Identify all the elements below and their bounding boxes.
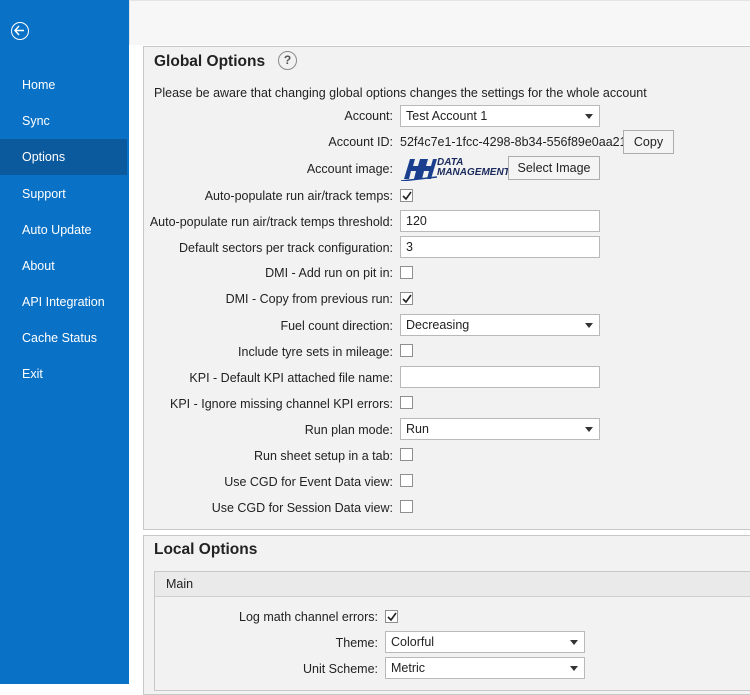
- top-strip: [129, 0, 750, 45]
- select-image-button[interactable]: Select Image: [508, 156, 600, 180]
- theme-label: Theme:: [335, 636, 378, 650]
- kpi-file-label: KPI - Default KPI attached file name:: [189, 371, 393, 385]
- tyre-sets-label: Include tyre sets in mileage:: [238, 345, 393, 359]
- chevron-down-icon: [585, 427, 593, 432]
- chevron-down-icon: [585, 114, 593, 119]
- global-options-title: Global Options: [154, 53, 266, 70]
- run-plan-value: Run: [406, 422, 429, 436]
- sidebar-item-exit[interactable]: Exit: [0, 356, 127, 392]
- tyre-sets-checkbox[interactable]: [400, 344, 413, 357]
- sectors-input[interactable]: 3: [400, 236, 600, 258]
- run-sheet-label: Run sheet setup in a tab:: [254, 449, 393, 463]
- global-options-note: Please be aware that changing global opt…: [154, 86, 647, 100]
- dmi-copy-label: DMI - Copy from previous run:: [225, 292, 393, 306]
- log-math-checkbox[interactable]: [385, 610, 398, 623]
- sidebar-item-auto-update[interactable]: Auto Update: [0, 212, 127, 248]
- unit-scheme-select[interactable]: Metric: [385, 657, 585, 679]
- theme-value: Colorful: [391, 635, 435, 649]
- auto-temps-label: Auto-populate run air/track temps:: [204, 189, 393, 203]
- chevron-down-icon: [570, 640, 578, 645]
- account-select[interactable]: Test Account 1: [400, 105, 600, 127]
- run-plan-label: Run plan mode:: [304, 423, 393, 437]
- run-plan-select[interactable]: Run: [400, 418, 600, 440]
- help-icon[interactable]: ?: [278, 51, 297, 70]
- chevron-down-icon: [585, 323, 593, 328]
- dmi-copy-checkbox[interactable]: [400, 292, 413, 305]
- auto-temps-checkbox[interactable]: [400, 189, 413, 202]
- chevron-down-icon: [570, 666, 578, 671]
- cgd-event-label: Use CGD for Event Data view:: [224, 475, 393, 489]
- dmi-add-label: DMI - Add run on pit in:: [265, 266, 393, 280]
- cgd-session-label: Use CGD for Session Data view:: [211, 501, 393, 515]
- sidebar-item-cache-status[interactable]: Cache Status: [0, 320, 127, 356]
- sidebar: Home Sync Options Support Auto Update Ab…: [0, 0, 129, 684]
- logo-text-management: MANAGEMENT: [437, 167, 510, 178]
- sidebar-item-about[interactable]: About: [0, 248, 127, 284]
- kpi-ignore-label: KPI - Ignore missing channel KPI errors:: [169, 397, 393, 411]
- local-options-title: Local Options: [154, 541, 258, 558]
- unit-scheme-value: Metric: [391, 661, 426, 675]
- threshold-input[interactable]: 120: [400, 210, 600, 232]
- sidebar-item-support[interactable]: Support: [0, 176, 127, 212]
- kpi-ignore-checkbox[interactable]: [400, 396, 413, 409]
- sidebar-item-options[interactable]: Options: [0, 139, 127, 175]
- back-arrow-icon[interactable]: [11, 22, 29, 40]
- fuel-direction-label: Fuel count direction:: [280, 319, 393, 333]
- log-math-label: Log math channel errors:: [239, 610, 378, 624]
- dmi-add-checkbox[interactable]: [400, 266, 413, 279]
- account-label: Account:: [344, 109, 393, 123]
- unit-scheme-label: Unit Scheme:: [302, 662, 378, 676]
- threshold-label: Auto-populate run air/track temps thresh…: [149, 215, 393, 229]
- kpi-file-input[interactable]: [400, 366, 600, 388]
- main-options-header: Main: [155, 572, 750, 597]
- sidebar-item-home[interactable]: Home: [0, 67, 127, 103]
- copy-button[interactable]: Copy: [623, 130, 674, 154]
- theme-select[interactable]: Colorful: [385, 631, 585, 653]
- sidebar-item-api-integration[interactable]: API Integration: [0, 284, 127, 320]
- fuel-direction-select[interactable]: Decreasing: [400, 314, 600, 336]
- sidebar-item-sync[interactable]: Sync: [0, 103, 127, 139]
- run-sheet-checkbox[interactable]: [400, 448, 413, 461]
- sectors-label: Default sectors per track configuration:: [179, 241, 393, 255]
- account-image-label: Account image:: [306, 162, 393, 176]
- account-id-value: 52f4c7e1-1fcc-4298-8b34-556f89e0aa21: [400, 135, 627, 149]
- fuel-direction-value: Decreasing: [406, 318, 470, 332]
- cgd-session-checkbox[interactable]: [400, 500, 413, 513]
- company-logo: DATA MANAGEMENT: [401, 157, 510, 181]
- cgd-event-checkbox[interactable]: [400, 474, 413, 487]
- account-value: Test Account 1: [406, 109, 488, 123]
- account-id-label: Account ID:: [328, 135, 393, 149]
